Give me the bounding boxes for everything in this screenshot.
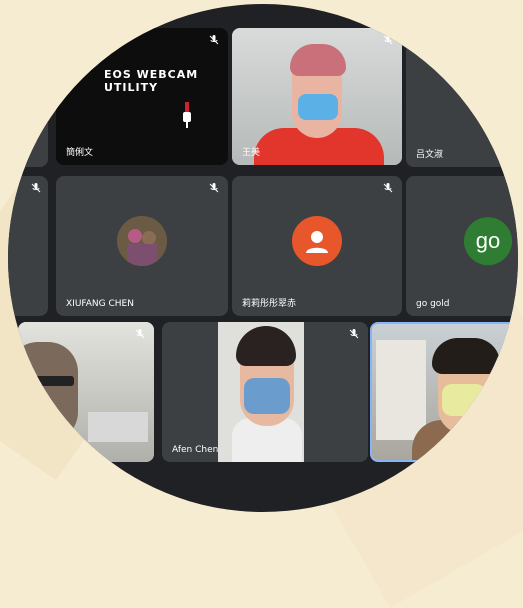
participant-name: XIUFANG CHEN bbox=[66, 299, 134, 309]
person-hair bbox=[432, 338, 500, 374]
participant-name: 吕文淑 bbox=[416, 150, 444, 160]
building bbox=[376, 340, 426, 440]
mic-off-icon bbox=[135, 329, 145, 339]
participant-tile[interactable]: go go gold bbox=[406, 176, 518, 316]
webcam-utility-title: EOS WEBCAM UTILITY bbox=[104, 68, 199, 94]
avatar: go bbox=[464, 217, 512, 266]
participant-tile[interactable] bbox=[18, 322, 154, 462]
participant-tile[interactable]: 吕文淑 bbox=[406, 32, 518, 167]
mic-off-icon bbox=[349, 329, 359, 339]
person-glasses bbox=[28, 376, 74, 386]
participant-tile[interactable]: Afen Chen bbox=[162, 322, 368, 462]
participant-tile[interactable]: 莉莉彤彤翠赤 bbox=[232, 176, 402, 316]
face-mask bbox=[442, 384, 486, 416]
mic-off-icon bbox=[31, 183, 41, 193]
participant-name: Afen Chen bbox=[172, 445, 219, 455]
mic-off-icon bbox=[209, 35, 219, 45]
mic-off-icon bbox=[209, 183, 219, 193]
participant-tile-active[interactable] bbox=[370, 322, 518, 462]
mic-off-icon bbox=[383, 35, 393, 45]
person-icon bbox=[306, 231, 328, 253]
face-mask bbox=[298, 94, 338, 120]
participant-name: 王美 bbox=[242, 148, 261, 158]
background-object bbox=[88, 412, 148, 442]
participant-tile[interactable] bbox=[8, 176, 48, 316]
participant-tile[interactable]: 王美 bbox=[232, 28, 402, 165]
video-call-grid: EOS WEBCAM UTILITY 簡俐文 王美 吕文淑 XIUFANG CH… bbox=[8, 4, 518, 512]
person-hair bbox=[290, 44, 346, 76]
webcam-icon bbox=[183, 102, 191, 128]
avatar-photo bbox=[117, 216, 167, 266]
participant-tile[interactable] bbox=[8, 32, 48, 167]
person-face bbox=[18, 342, 78, 442]
mic-off-icon bbox=[29, 39, 39, 49]
avatar bbox=[292, 216, 342, 266]
mic-off-icon bbox=[383, 183, 393, 193]
participant-name: go gold bbox=[416, 299, 450, 309]
participant-name: 莉莉彤彤翠赤 bbox=[242, 299, 297, 309]
participant-tile[interactable]: EOS WEBCAM UTILITY 簡俐文 bbox=[56, 28, 228, 165]
face-mask bbox=[244, 378, 290, 414]
participant-tile[interactable]: XIUFANG CHEN bbox=[56, 176, 228, 316]
participant-name: 簡俐文 bbox=[66, 148, 94, 158]
